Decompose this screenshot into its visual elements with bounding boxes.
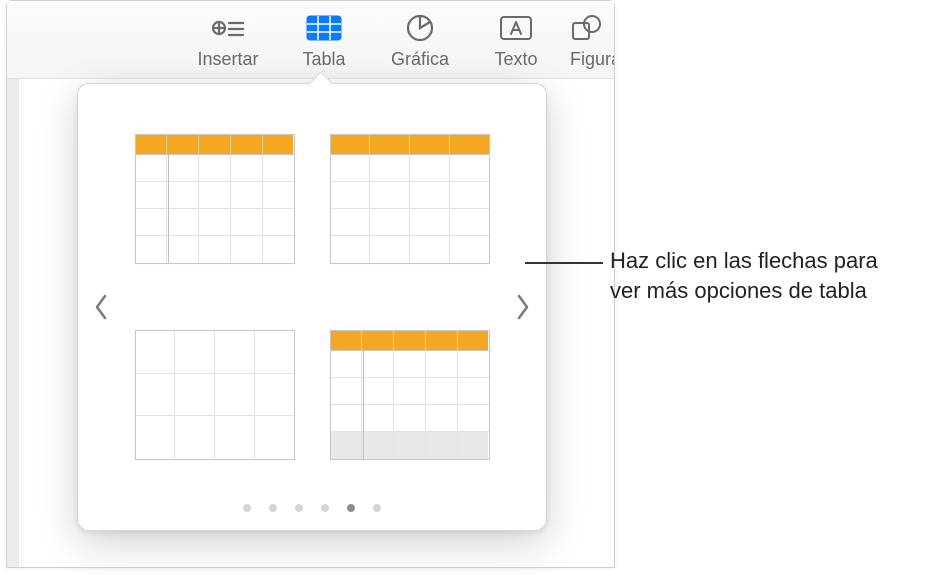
toolbar-label: Figura (570, 49, 614, 70)
table-style-option[interactable] (135, 134, 295, 264)
page-dot[interactable] (269, 504, 277, 512)
table-styles-popover (77, 83, 547, 531)
toolbar: Insertar Tabla Gráfica (7, 1, 614, 79)
toolbar-label: Gráfica (391, 49, 449, 70)
table-style-option[interactable] (330, 330, 490, 460)
next-page-button[interactable] (504, 277, 542, 337)
insert-icon (211, 11, 245, 45)
toolbar-shape-button[interactable]: Figura (564, 7, 614, 70)
toolbar-text-button[interactable]: Texto (468, 7, 564, 70)
previous-page-button[interactable] (82, 277, 120, 337)
chart-icon (405, 11, 435, 45)
toolbar-label: Texto (494, 49, 537, 70)
text-icon (499, 11, 533, 45)
table-style-option[interactable] (330, 134, 490, 264)
page-dot[interactable] (347, 504, 355, 512)
page-dot[interactable] (373, 504, 381, 512)
page-dot[interactable] (295, 504, 303, 512)
callout-line (525, 262, 603, 264)
page-dot[interactable] (243, 504, 251, 512)
page-dot[interactable] (321, 504, 329, 512)
popover-arrow (308, 72, 332, 86)
app-window: Insertar Tabla Gráfica (6, 0, 615, 568)
chevron-right-icon (519, 296, 527, 318)
toolbar-insert-button[interactable]: Insertar (180, 7, 276, 70)
shape-icon (570, 11, 602, 45)
toolbar-label: Insertar (197, 49, 258, 70)
page-indicator (78, 504, 546, 512)
toolbar-table-button[interactable]: Tabla (276, 7, 372, 70)
table-style-option[interactable] (135, 330, 295, 460)
table-styles-grid (134, 118, 490, 476)
toolbar-label: Tabla (302, 49, 345, 70)
table-icon (305, 11, 343, 45)
chevron-left-icon (97, 296, 105, 318)
toolbar-chart-button[interactable]: Gráfica (372, 7, 468, 70)
callout-text: Haz clic en las flechas para ver más opc… (610, 246, 910, 305)
